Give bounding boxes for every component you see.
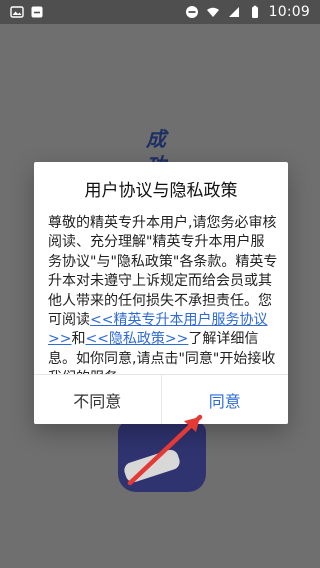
dialog-title: 用户协议与隐私政策 — [84, 180, 238, 201]
status-bar: 10:09 — [0, 0, 320, 24]
status-left — [10, 5, 44, 19]
disagree-button[interactable]: 不同意 — [34, 375, 161, 424]
status-right: 10:09 — [185, 4, 310, 20]
dnd-icon — [185, 5, 199, 19]
app-icon — [30, 5, 44, 19]
dialog-body-and: 和 — [71, 331, 86, 348]
dialog-footer: 不同意 同意 — [34, 374, 288, 424]
status-time: 10:09 — [268, 4, 310, 20]
dialog-body: 尊敬的精英专升本用户,请您务必审核阅读、充分理解"精英专升本用户服务协议"与"隐… — [34, 214, 288, 374]
signal-icon — [227, 5, 241, 19]
privacy-policy-link[interactable]: <<隐私政策>> — [85, 331, 188, 347]
battery-icon — [248, 5, 262, 19]
privacy-dialog: 用户协议与隐私政策 尊敬的精英专升本用户,请您务必审核阅读、充分理解"精英专升本… — [34, 162, 288, 424]
image-icon — [10, 5, 24, 19]
wifi-icon — [206, 5, 220, 19]
agree-button[interactable]: 同意 — [161, 375, 288, 424]
